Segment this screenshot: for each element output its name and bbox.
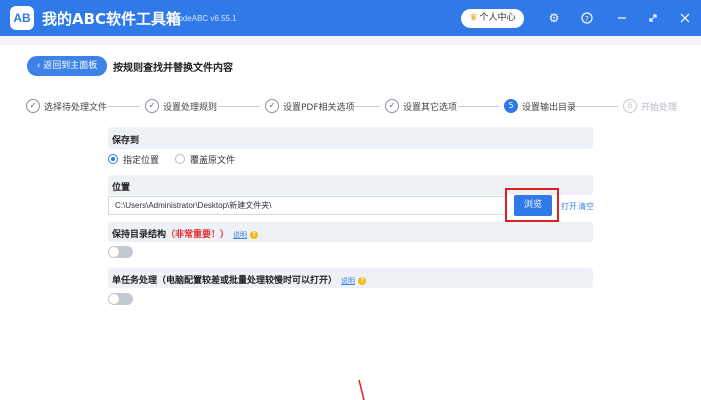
- close-icon[interactable]: [676, 9, 694, 27]
- step-connector: [218, 106, 260, 107]
- radio-overwrite-original[interactable]: [175, 154, 186, 164]
- step-other-options[interactable]: ✓ 设置其它选项: [385, 98, 457, 114]
- highlight-box: [505, 188, 559, 222]
- step-label: 设置输出目录: [522, 102, 577, 113]
- step-rules[interactable]: ✓ 设置处理规则: [145, 98, 217, 114]
- open-link[interactable]: 打开: [561, 201, 577, 212]
- important-warning: （非常重要！）: [166, 230, 230, 240]
- info-icon[interactable]: ?: [358, 276, 367, 285]
- step-label: 设置处理规则: [163, 102, 218, 113]
- minimize-icon[interactable]: [613, 9, 631, 27]
- crown-icon: ♛: [469, 13, 478, 23]
- user-center-label: 个人中心: [479, 13, 516, 23]
- svg-text:?: ?: [585, 15, 589, 23]
- single-task-toggle[interactable]: [108, 293, 133, 305]
- step-label: 设置其它选项: [403, 102, 458, 113]
- save-to-section: 保存到: [108, 127, 593, 149]
- step-connector: [354, 106, 380, 107]
- check-icon: ✓: [145, 99, 159, 113]
- back-label: 返回到主面板: [43, 61, 98, 71]
- radio-specified-location[interactable]: [108, 154, 118, 164]
- page-title: 按规则查找并替换文件内容: [113, 63, 233, 74]
- single-task-label: 单任务处理（电脑配置较差或批量处理较慢时可以打开）: [112, 276, 338, 286]
- step-label: 选择待处理文件: [44, 102, 108, 113]
- help-icon[interactable]: ?: [578, 9, 596, 27]
- app-title: 我的ABC软件工具箱: [42, 10, 182, 28]
- back-to-main-button[interactable]: ‹ 返回到主面板: [27, 56, 107, 76]
- step-output-dir[interactable]: 5 设置输出目录: [504, 98, 576, 114]
- maximize-icon[interactable]: [644, 9, 662, 27]
- step-select-files[interactable]: ✓ 选择待处理文件: [26, 98, 107, 114]
- step-start[interactable]: 6 开始处理: [623, 98, 677, 114]
- check-icon: ✓: [385, 99, 399, 113]
- step-label: 开始处理: [641, 102, 678, 113]
- step-connector: [576, 106, 618, 107]
- help-link[interactable]: 说明: [233, 231, 247, 239]
- single-task-title: 单任务处理（电脑配置较差或批量处理较慢时可以打开） 说明 ?: [112, 273, 367, 286]
- help-link[interactable]: 说明: [341, 277, 355, 285]
- arrow-annotation-icon: [358, 380, 365, 400]
- single-task-section: 单任务处理（电脑配置较差或批量处理较慢时可以打开） 说明 ?: [108, 268, 593, 288]
- save-to-title: 保存到: [112, 136, 140, 146]
- step-connector: [108, 106, 140, 107]
- keep-structure-label: 保持目录结构: [112, 230, 167, 240]
- check-icon: ✓: [265, 99, 279, 113]
- app-logo: AB: [10, 6, 34, 30]
- output-path-input[interactable]: C:\Users\Administrator\Desktop\新建文件夹\: [108, 196, 506, 215]
- user-center-button[interactable]: ♛ 个人中心: [461, 9, 524, 28]
- radio-label: 指定位置: [123, 155, 160, 166]
- step-number: 6: [623, 99, 637, 113]
- settings-icon[interactable]: ⚙: [545, 9, 563, 27]
- title-bar: AB 我的ABC软件工具箱 WodeABC v6.55.1 ♛ 个人中心 ⚙ ?: [0, 0, 701, 36]
- check-icon: ✓: [26, 99, 40, 113]
- keep-structure-section: 保持目录结构（非常重要！） 说明 ?: [108, 222, 593, 242]
- keep-structure-toggle[interactable]: [108, 246, 133, 258]
- radio-label: 覆盖原文件: [190, 155, 236, 166]
- step-connector: [458, 106, 500, 107]
- keep-structure-title: 保持目录结构（非常重要！） 说明 ?: [112, 227, 259, 240]
- step-number: 5: [504, 99, 518, 113]
- save-to-options: 指定位置 覆盖原文件: [108, 152, 235, 166]
- step-label: 设置PDF相关选项: [283, 102, 355, 113]
- info-icon[interactable]: ?: [250, 230, 259, 239]
- clear-link[interactable]: 清空: [578, 201, 594, 212]
- location-title: 位置: [112, 183, 131, 193]
- step-pdf-options[interactable]: ✓ 设置PDF相关选项: [265, 98, 355, 114]
- app-version: WodeABC v6.55.1: [171, 14, 237, 23]
